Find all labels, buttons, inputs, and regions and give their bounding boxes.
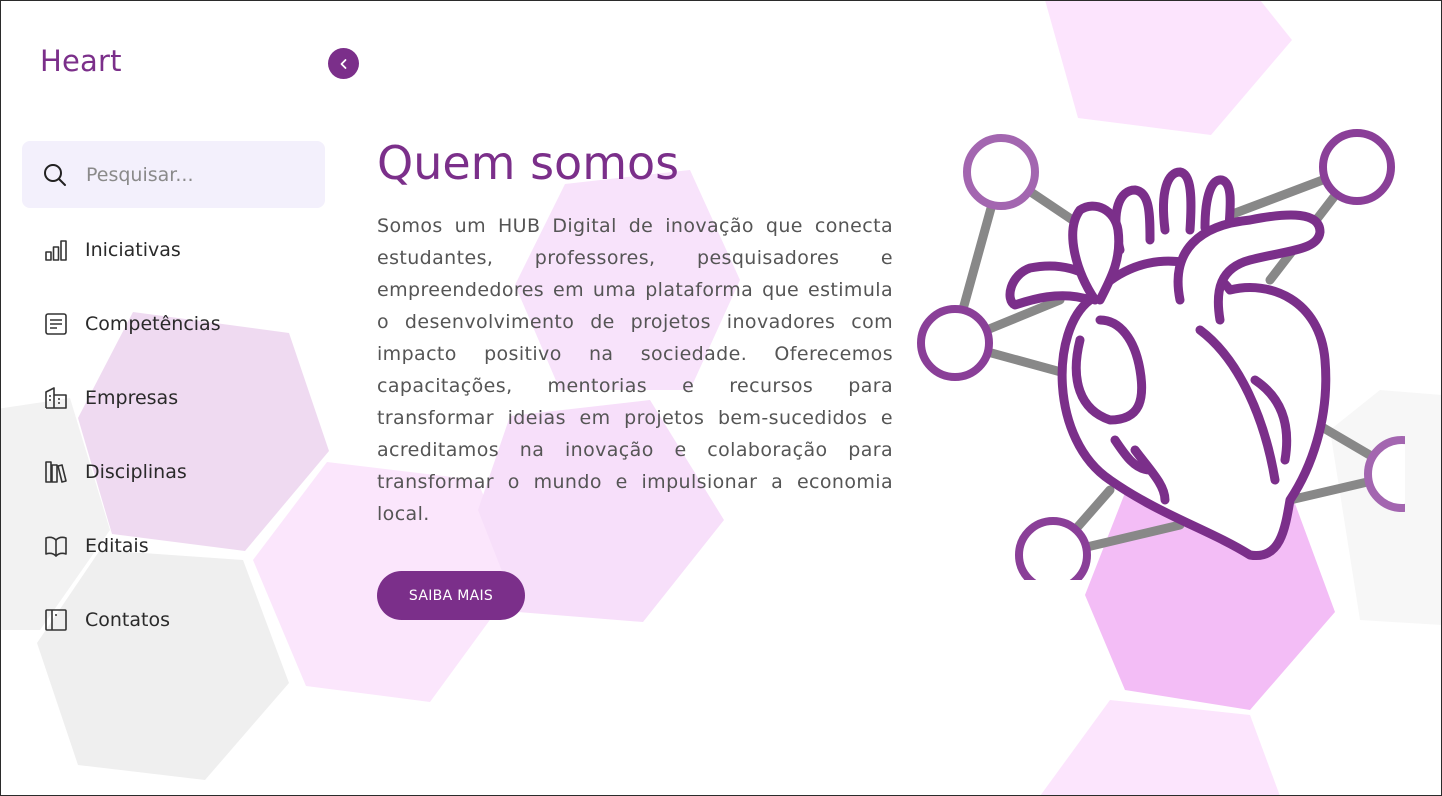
document-icon — [44, 312, 68, 336]
sidebar-item-editais[interactable]: Editais — [44, 526, 304, 566]
sidebar-item-label: Editais — [85, 535, 149, 557]
page-title: Quem somos — [377, 136, 680, 190]
search-input[interactable] — [84, 162, 308, 187]
brand-logo[interactable]: Heart — [40, 44, 122, 78]
contact-book-icon — [44, 608, 68, 632]
sidebar-item-disciplinas[interactable]: Disciplinas — [44, 452, 304, 492]
bar-chart-icon — [44, 238, 68, 262]
sidebar-item-label: Empresas — [85, 387, 179, 409]
anatomical-heart-network-icon — [917, 129, 1405, 580]
building-icon — [44, 386, 68, 410]
search-box[interactable] — [22, 141, 325, 208]
about-description: Somos um HUB Digital de inovação que con… — [377, 215, 893, 525]
sidebar-item-label: Disciplinas — [85, 461, 187, 483]
sidebar-item-contatos[interactable]: Contatos — [44, 600, 304, 640]
search-icon — [44, 163, 66, 186]
learn-more-button[interactable]: SAIBA MAIS — [377, 571, 525, 620]
sidebar-item-label: Iniciativas — [85, 239, 181, 261]
sidebar-item-competencias[interactable]: Competências — [44, 304, 304, 344]
sidebar-item-label: Contatos — [85, 609, 170, 631]
sidebar-collapse-button[interactable] — [328, 48, 359, 79]
sidebar-item-label: Competências — [85, 313, 221, 335]
chevron-left-icon — [340, 58, 346, 69]
open-book-icon — [44, 534, 68, 558]
books-icon — [44, 460, 68, 484]
sidebar-item-iniciativas[interactable]: Iniciativas — [44, 230, 304, 270]
sidebar-item-empresas[interactable]: Empresas — [44, 378, 304, 418]
